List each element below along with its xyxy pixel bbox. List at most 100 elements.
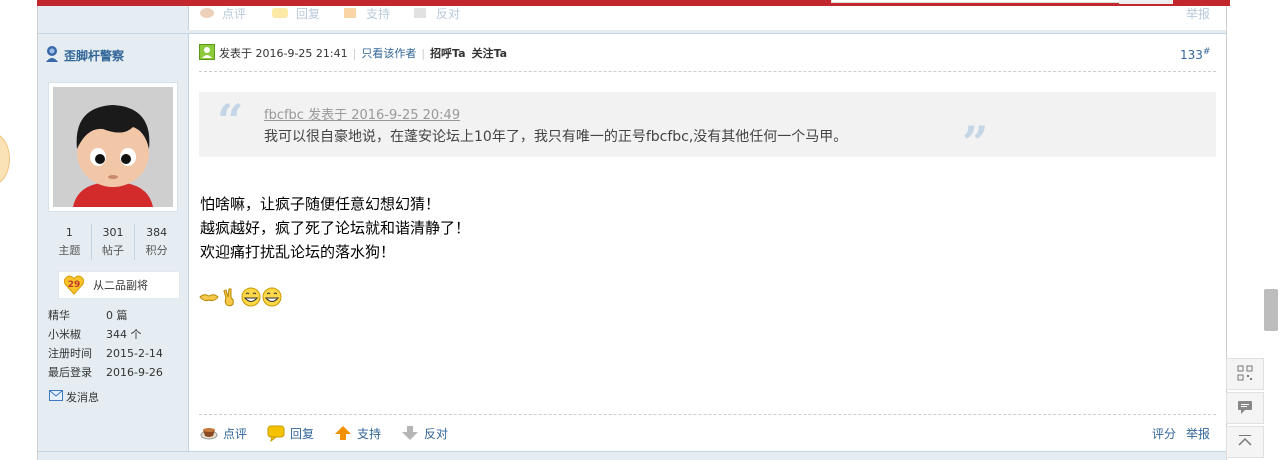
stat-points[interactable]: 384 积分: [135, 224, 178, 260]
coffee-cup-icon[interactable]: [200, 424, 218, 442]
prev-reply-icon[interactable]: [272, 8, 289, 18]
stat-points-value[interactable]: 384: [135, 224, 178, 242]
grin-icon: [241, 287, 261, 307]
prev-comment-icon[interactable]: [200, 8, 214, 18]
police-badge-icon: [43, 45, 61, 66]
divider: |: [421, 46, 426, 60]
rank-box: 29 从二品副将: [58, 271, 180, 299]
back-to-top-icon[interactable]: [1237, 433, 1253, 452]
prev-support-icon[interactable]: [344, 8, 357, 18]
feedback-button[interactable]: [1226, 392, 1264, 424]
qr-code-button[interactable]: [1226, 358, 1264, 390]
sidebar-divider: [188, 6, 189, 460]
post-separator: [38, 30, 1226, 34]
body-line: 越疯越好，疯了死了论坛就和谐清静了！: [200, 219, 471, 237]
arrow-up-icon[interactable]: [334, 424, 352, 442]
frame-border-left: [37, 6, 38, 460]
info-key: 精华: [48, 309, 70, 322]
greet-link[interactable]: 招呼Ta: [430, 45, 466, 61]
prev-oppose-link[interactable]: 反对: [436, 5, 460, 22]
send-message-link[interactable]: 发消息: [49, 389, 99, 405]
info-row-pepper: 小米椒 344 个: [48, 325, 188, 344]
avatar-frame[interactable]: [48, 82, 178, 212]
info-key: 最后登录: [48, 366, 92, 379]
handshake-icon: [199, 287, 219, 307]
author-name-link[interactable]: 歪脚杆警察: [64, 47, 124, 64]
send-message-label[interactable]: 发消息: [66, 389, 99, 405]
info-value: 2015-2-14: [106, 347, 163, 360]
header-divider: [199, 71, 1216, 72]
stat-posts-label: 帖子: [102, 244, 124, 257]
info-value: 344 个: [106, 328, 142, 341]
body-line: 怕啥嘛，让疯子随便任意幻想幻猜！: [200, 195, 441, 213]
reply-button[interactable]: 回复: [267, 424, 314, 443]
previous-post-actions: 点评 回复 支持 反对: [200, 4, 460, 22]
prev-comment-link[interactable]: 点评: [222, 5, 246, 22]
floating-side-button[interactable]: [0, 132, 10, 186]
emoji-row: [199, 287, 282, 307]
qr-code-icon[interactable]: [1237, 365, 1253, 384]
floor-mark: #: [1202, 47, 1211, 57]
back-to-top-button[interactable]: [1226, 426, 1264, 458]
top-search-button[interactable]: [1119, 0, 1173, 4]
oppose-label[interactable]: 反对: [424, 425, 448, 442]
rank-title: 从二品副将: [93, 279, 148, 292]
stat-threads-value[interactable]: 1: [48, 224, 91, 242]
divider: |: [352, 46, 357, 60]
rate-link[interactable]: 评分: [1152, 425, 1176, 442]
info-row-digest: 精华 0 篇: [48, 306, 188, 325]
vertical-scrollbar-thumb[interactable]: [1264, 289, 1278, 331]
rank-level: 29: [68, 280, 81, 290]
author-header: 歪脚杆警察: [43, 45, 124, 66]
victory-hand-icon: [220, 287, 240, 307]
post-header: 发表于 2016-9-25 21:41 | 只看该作者 | 招呼Ta 关注Ta: [199, 43, 513, 61]
info-key: 注册时间: [48, 347, 92, 360]
info-key: 小米椒: [48, 328, 81, 341]
prev-report-link[interactable]: 举报: [1186, 5, 1210, 22]
quote-block: “ fbcfbc 发表于 2016-9-25 20:49 我可以很自豪地说，在蓬…: [199, 92, 1216, 166]
prev-support-link[interactable]: 支持: [366, 5, 390, 22]
info-value: 0 篇: [106, 309, 128, 322]
post-actions: 点评 回复 支持 反对: [200, 423, 468, 443]
floor-number[interactable]: 133#: [1180, 47, 1210, 62]
envelope-icon[interactable]: [49, 390, 63, 404]
support-button[interactable]: 支持: [334, 424, 381, 442]
info-row-last-login: 最后登录 2016-9-26: [48, 363, 188, 382]
report-link[interactable]: 举报: [1186, 425, 1210, 442]
comment-label[interactable]: 点评: [223, 425, 247, 442]
reply-label[interactable]: 回复: [290, 425, 314, 442]
stat-posts-value[interactable]: 301: [92, 224, 135, 242]
body-line: 欢迎痛打扰乱论坛的落水狗！: [200, 243, 396, 261]
top-search-input[interactable]: [831, 0, 1121, 3]
stat-points-label: 积分: [145, 244, 168, 257]
grin-icon: [262, 287, 282, 307]
speech-bubble-icon[interactable]: [267, 424, 285, 443]
quote-source-link[interactable]: fbcfbc 发表于 2016-9-25 20:49: [264, 104, 460, 123]
prev-oppose-icon[interactable]: [414, 8, 427, 18]
avatar[interactable]: [53, 87, 173, 207]
stat-threads[interactable]: 1 主题: [48, 224, 92, 260]
chat-icon[interactable]: [1237, 399, 1253, 418]
info-row-register: 注册时间 2015-2-14: [48, 344, 188, 363]
info-value: 2016-9-26: [106, 366, 163, 379]
author-stats: 1 主题 301 帖子 384 积分: [48, 224, 178, 260]
comment-button[interactable]: 点评: [200, 424, 247, 442]
only-author-link[interactable]: 只看该作者: [361, 45, 416, 61]
quote-text: 我可以很自豪地说，在蓬安论坛上10年了，我只有唯一的正号fbcfbc,没有其他任…: [264, 129, 848, 145]
actions-divider: [199, 414, 1216, 415]
post-time: 发表于 2016-9-25 21:41: [219, 47, 348, 60]
open-quote-icon: “: [217, 94, 244, 148]
side-tools: [1226, 358, 1264, 460]
close-quote-icon: ”: [962, 116, 989, 170]
stat-threads-label: 主题: [58, 244, 81, 257]
follow-link[interactable]: 关注Ta: [472, 45, 508, 61]
floor-value[interactable]: 133: [1180, 48, 1203, 62]
author-info: 精华 0 篇 小米椒 344 个 注册时间 2015-2-14 最后登录 201…: [48, 306, 188, 382]
rank-heart-icon: 29: [63, 274, 85, 296]
prev-reply-link[interactable]: 回复: [296, 5, 320, 22]
post-separator-bottom: [38, 451, 1226, 460]
oppose-button[interactable]: 反对: [401, 424, 448, 442]
arrow-down-icon[interactable]: [401, 424, 419, 442]
stat-posts[interactable]: 301 帖子: [92, 224, 136, 260]
support-label[interactable]: 支持: [357, 425, 381, 442]
